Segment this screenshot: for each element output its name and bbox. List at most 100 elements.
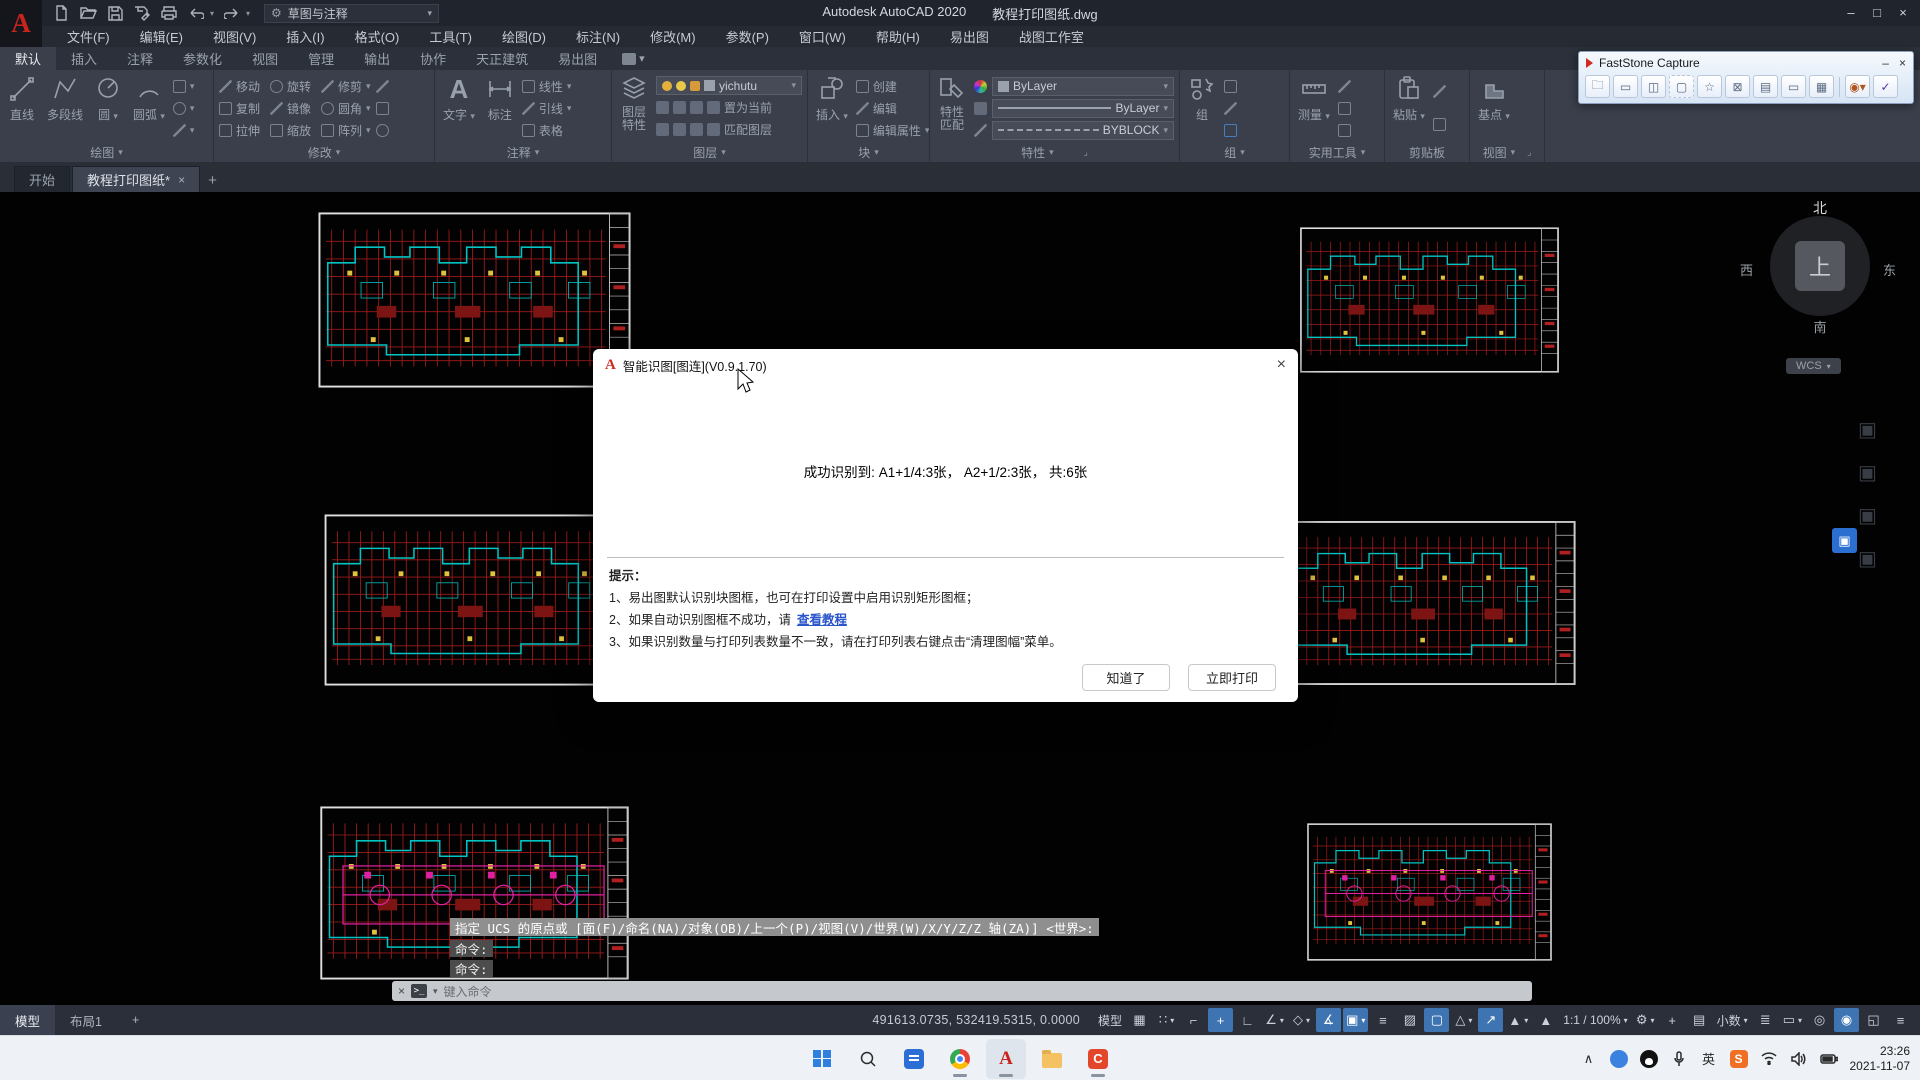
open-file-icon[interactable]	[79, 4, 97, 22]
file-tab-start[interactable]: 开始	[14, 166, 70, 192]
layer-lock-icon[interactable]	[690, 81, 700, 91]
units-value[interactable]: 小数	[1714, 1008, 1751, 1032]
menu-item[interactable]: 参数(P)	[711, 26, 784, 47]
menu-item[interactable]: 易出图	[935, 26, 1004, 47]
color-wheel-button[interactable]	[974, 76, 987, 96]
ungroup-button[interactable]	[1224, 76, 1237, 96]
highlighted-side-tool[interactable]: ▣	[1832, 528, 1857, 553]
model-tab[interactable]: 模型	[0, 1005, 55, 1035]
annotation-scale-icon[interactable]: ▲	[1533, 1008, 1558, 1032]
measure-button[interactable]: 测量 ▾	[1295, 73, 1333, 143]
copy-button[interactable]: 复制	[219, 98, 260, 118]
arc-button[interactable]: 圆弧 ▾	[130, 73, 168, 143]
match-layer-button[interactable]: 匹配图层	[656, 120, 802, 140]
autocad-app-logo[interactable]: A	[0, 0, 42, 47]
ellipse-button[interactable]: ▾	[173, 98, 195, 118]
menu-item[interactable]: 修改(M)	[635, 26, 711, 47]
lineweight-list-button[interactable]	[974, 98, 987, 118]
snap-mode-icon[interactable]: ∷	[1154, 1008, 1179, 1032]
graphics-performance-icon[interactable]: ◉	[1834, 1008, 1859, 1032]
line-button[interactable]: 直线	[5, 73, 39, 143]
command-input-bar[interactable]: × >_ ▾ 键入命令	[392, 981, 1532, 1001]
object-color-dropdown[interactable]: ByLayer▾	[992, 77, 1174, 96]
navbar-tool-icon[interactable]: ▣	[1858, 546, 1877, 571]
paste-button[interactable]: 粘贴 ▾	[1390, 73, 1428, 143]
fs-settings-icon[interactable]: ✓	[1873, 75, 1898, 98]
join-button[interactable]	[376, 120, 389, 140]
menu-item[interactable]: 文件(F)	[52, 26, 125, 47]
units-icon[interactable]: ▤	[1687, 1008, 1712, 1032]
mirror-button[interactable]: 镜像	[270, 98, 311, 118]
ribbon-tab-output[interactable]: 输出	[349, 47, 405, 70]
linetype-list-button[interactable]	[974, 120, 987, 140]
annotation-panel-label[interactable]: 注释▾	[435, 143, 611, 162]
view-compass[interactable]: 上 北 南 西 东	[1752, 198, 1888, 354]
set-current-layer-button[interactable]: 置为当前	[656, 97, 802, 117]
redo-caret-icon[interactable]: ▾	[246, 9, 250, 18]
maximize-button[interactable]: □	[1864, 0, 1890, 24]
undo-icon[interactable]	[187, 4, 205, 22]
text-button[interactable]: A 文字 ▾	[440, 73, 478, 143]
compass-north[interactable]: 北	[1752, 198, 1888, 218]
linetype-dropdown[interactable]: BYBLOCK▾	[992, 121, 1174, 140]
faststone-title-bar[interactable]: FastStone Capture – ×	[1579, 52, 1913, 73]
command-input[interactable]: 键入命令	[444, 983, 492, 1000]
base-point-button[interactable]: 基点 ▾	[1475, 73, 1513, 143]
clipboard-panel-label[interactable]: 剪贴板	[1385, 143, 1469, 162]
menu-item[interactable]: 窗口(W)	[784, 26, 861, 47]
close-tab-icon[interactable]: ×	[178, 173, 185, 187]
ribbon-tab-manage[interactable]: 管理	[293, 47, 349, 70]
qq-tray-icon[interactable]	[1640, 1050, 1658, 1068]
copy-clip-button[interactable]	[1433, 115, 1446, 135]
erase-button[interactable]	[376, 76, 389, 96]
ribbon-tab-yichutu[interactable]: 易出图	[543, 47, 612, 70]
plot-icon[interactable]	[160, 4, 178, 22]
match-properties-button[interactable]: 特性匹配	[935, 73, 969, 143]
object-snap-icon[interactable]: ▣	[1343, 1008, 1368, 1032]
input-language-indicator[interactable]: 英	[1700, 1050, 1718, 1068]
menu-item[interactable]: 绘图(D)	[487, 26, 561, 47]
view-tutorial-link[interactable]: 查看教程	[797, 613, 847, 627]
menu-item[interactable]: 视图(V)	[198, 26, 271, 47]
ribbon-tab-parametric[interactable]: 参数化	[168, 47, 237, 70]
compass-south[interactable]: 南	[1752, 317, 1888, 336]
autoscale-icon[interactable]: ▲	[1505, 1008, 1531, 1032]
fs-capture-object-icon[interactable]: ◫	[1641, 75, 1666, 98]
quick-properties-icon[interactable]: ≣	[1753, 1008, 1778, 1032]
group-selection-toggle[interactable]	[1224, 120, 1237, 140]
clean-screen-icon[interactable]: ◱	[1861, 1008, 1886, 1032]
faststone-close-button[interactable]: ×	[1899, 56, 1906, 70]
wcs-dropdown[interactable]: WCS▾	[1786, 358, 1841, 374]
menu-item[interactable]: 标注(N)	[561, 26, 635, 47]
microphone-icon[interactable]	[1670, 1050, 1688, 1068]
close-button[interactable]: ×	[1890, 0, 1916, 24]
annotation-monitor-icon[interactable]: +	[1660, 1008, 1685, 1032]
edit-attributes-button[interactable]: 编辑属性▾	[856, 120, 929, 140]
transparency-icon[interactable]: ▨	[1397, 1008, 1422, 1032]
tray-blue-app-icon[interactable]	[1610, 1050, 1628, 1068]
recent-commands-caret-icon[interactable]: ▾	[433, 986, 438, 997]
insert-block-button[interactable]: 插入 ▾	[813, 73, 851, 143]
ortho-icon[interactable]: ∟	[1235, 1008, 1260, 1032]
layers-panel-label[interactable]: 图层▾	[612, 143, 807, 162]
trim-button[interactable]: 修剪▾	[321, 76, 371, 96]
sogou-input-icon[interactable]: S	[1730, 1050, 1748, 1068]
draw-panel-label[interactable]: 绘图▾	[0, 143, 213, 162]
properties-panel-label[interactable]: 特性▾⌟	[930, 143, 1179, 162]
new-drawing-tab-button[interactable]: +	[208, 172, 217, 192]
fs-open-icon[interactable]: 🗀	[1585, 75, 1610, 98]
utilities-panel-label[interactable]: 实用工具▾	[1290, 143, 1384, 162]
navbar-tool-icon[interactable]: ▣	[1858, 460, 1877, 485]
modify-panel-label[interactable]: 修改▾	[214, 143, 434, 162]
ribbon-display-toggle[interactable]: ▾	[622, 47, 645, 70]
stretch-button[interactable]: 拉伸	[219, 120, 260, 140]
lineweight-dropdown[interactable]: ByLayer▾	[992, 99, 1174, 118]
workspace-dropdown[interactable]: ⚙ 草图与注释 ▾	[264, 4, 439, 23]
taskbar-clock[interactable]: 23:26 2021-11-07	[1850, 1044, 1911, 1074]
ribbon-tab-insert[interactable]: 插入	[56, 47, 112, 70]
scale-button[interactable]: 缩放	[270, 120, 311, 140]
infer-constraints-icon[interactable]: ⌐	[1181, 1008, 1206, 1032]
menu-item[interactable]: 格式(O)	[340, 26, 415, 47]
3d-object-snap-icon[interactable]: △	[1451, 1008, 1476, 1032]
fs-capture-scrolling-icon[interactable]: ▤	[1753, 75, 1778, 98]
